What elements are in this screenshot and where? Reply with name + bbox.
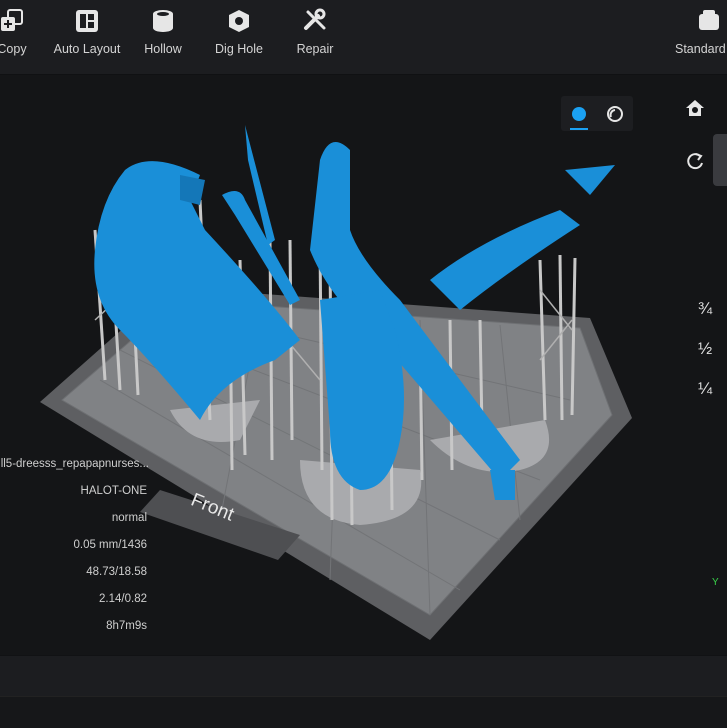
hollow-label: Hollow bbox=[144, 42, 182, 56]
axis-y-label: Y bbox=[712, 577, 719, 588]
info-cost: 2.14/0.82 bbox=[99, 593, 147, 605]
auto-layout-button[interactable]: Auto Layout bbox=[47, 6, 127, 68]
auto-layout-icon bbox=[72, 6, 102, 36]
status-bar bbox=[0, 696, 727, 728]
hollow-button[interactable]: Hollow bbox=[123, 6, 203, 68]
info-layer: 0.05 mm/1436 bbox=[73, 539, 147, 551]
home-view-button[interactable] bbox=[682, 95, 708, 121]
hollow-icon bbox=[148, 6, 178, 36]
standard-icon bbox=[694, 6, 724, 36]
repair-label: Repair bbox=[296, 42, 334, 56]
solid-view-button[interactable] bbox=[565, 100, 593, 130]
xray-sphere-icon bbox=[607, 105, 623, 122]
repair-icon bbox=[300, 6, 330, 36]
solid-sphere-icon bbox=[572, 106, 586, 121]
bottom-bar bbox=[0, 656, 727, 696]
height-mark-three-quarter[interactable]: ¾ bbox=[698, 299, 712, 319]
copy-button[interactable]: Copy bbox=[0, 6, 52, 68]
info-volume: 48.73/18.58 bbox=[86, 566, 147, 578]
info-file-name: ll5-dreesss_repapapnurses... bbox=[0, 458, 149, 470]
info-time: 8h7m9s bbox=[106, 620, 147, 632]
home-icon bbox=[686, 100, 704, 116]
rotate-icon bbox=[687, 153, 703, 170]
info-printer: HALOT-ONE bbox=[80, 485, 147, 497]
render-mode-toggle bbox=[561, 96, 633, 131]
rotate-view-button[interactable] bbox=[682, 148, 708, 174]
dig-hole-button[interactable]: Dig Hole bbox=[199, 6, 279, 68]
height-mark-half[interactable]: ½ bbox=[698, 339, 712, 359]
standard-label: Standard bbox=[675, 42, 726, 56]
info-mode: normal bbox=[111, 512, 147, 524]
dig-hole-icon bbox=[224, 6, 254, 36]
auto-layout-label: Auto Layout bbox=[53, 42, 121, 56]
standard-button[interactable]: Standard bbox=[672, 6, 727, 68]
top-toolbar: Copy Auto Layout Hollow Dig Hole Repair … bbox=[0, 0, 727, 75]
xray-view-button[interactable] bbox=[601, 100, 629, 128]
dig-hole-label: Dig Hole bbox=[215, 42, 263, 56]
copy-icon bbox=[0, 6, 27, 36]
height-mark-quarter[interactable]: ¼ bbox=[698, 379, 712, 399]
copy-label: Copy bbox=[0, 42, 27, 56]
repair-button[interactable]: Repair bbox=[275, 6, 355, 68]
view-cube[interactable] bbox=[713, 134, 727, 186]
